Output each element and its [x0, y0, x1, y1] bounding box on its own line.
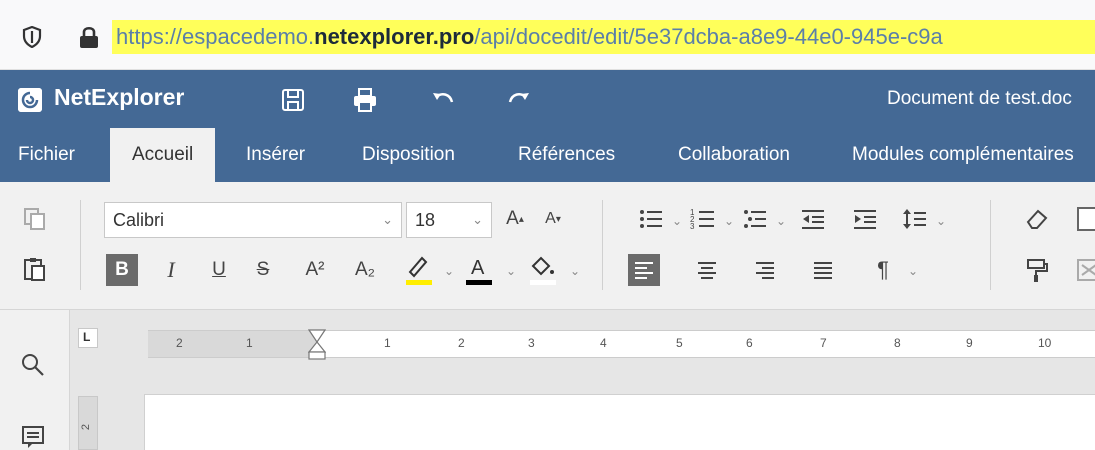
increase-indent-icon[interactable] [852, 206, 878, 232]
italic-button[interactable]: I [158, 257, 184, 283]
copy-icon[interactable] [22, 206, 48, 232]
tab-references[interactable]: Références [518, 128, 615, 182]
eraser-icon[interactable] [1024, 206, 1050, 232]
url-prefix: https://espacedemo. [116, 24, 315, 49]
underline-button[interactable]: U [206, 257, 232, 283]
shield-icon[interactable] [22, 26, 42, 48]
insert-box-icon[interactable] [1076, 257, 1095, 283]
font-size-select[interactable]: 18 ⌄ [406, 202, 492, 238]
format-painter-icon[interactable] [1024, 257, 1050, 283]
bold-button[interactable]: B [106, 254, 138, 286]
line-spacing-icon[interactable] [902, 206, 928, 232]
ruler-number: 10 [1038, 336, 1052, 350]
chevron-down-icon[interactable]: ⌄ [562, 258, 588, 284]
ribbon-toolbar: Calibri ⌄ 18 ⌄ A ▴ A ▾ B I U S A² A₂ ⌄ A ⌄… [0, 182, 1095, 310]
lock-icon[interactable] [78, 25, 100, 49]
font-family-value: Calibri [113, 210, 165, 230]
chevron-down-icon[interactable]: ⌄ [664, 208, 690, 234]
subscript-button[interactable]: A₂ [352, 257, 378, 283]
ruler-number: 8 [894, 336, 901, 350]
font-family-select[interactable]: Calibri ⌄ [104, 202, 402, 238]
separator [80, 200, 81, 290]
search-icon[interactable] [20, 352, 46, 378]
paste-icon[interactable] [22, 256, 48, 282]
chevron-down-icon[interactable]: ⌄ [498, 258, 524, 284]
comment-icon[interactable] [20, 424, 46, 450]
tab-stop-selector[interactable]: L [78, 328, 98, 348]
separator [602, 200, 603, 290]
chevron-down-icon: ⌄ [382, 212, 393, 227]
pilcrow-button[interactable]: ¶ [870, 257, 896, 283]
indent-marker-icon[interactable] [308, 329, 326, 361]
chevron-down-icon[interactable]: ⌄ [900, 258, 926, 284]
svg-text:3: 3 [690, 222, 695, 231]
font-size-value: 18 [415, 210, 436, 230]
chevron-down-icon: ⌄ [472, 212, 483, 227]
url-domain: netexplorer.pro [314, 24, 475, 49]
shrink-font-label: A [545, 210, 556, 227]
tab-fichier[interactable]: Fichier [18, 128, 75, 182]
ruler-number: 4 [600, 336, 607, 350]
netexplorer-logo-icon [18, 88, 42, 112]
multilevel-list-icon[interactable] [742, 206, 768, 232]
print-icon[interactable] [352, 87, 378, 113]
svg-text:A: A [471, 257, 485, 279]
decrease-indent-icon[interactable] [800, 206, 826, 232]
shrink-font-button[interactable]: A ▾ [540, 206, 566, 232]
ruler-number: 2 [176, 336, 183, 350]
align-center-icon[interactable] [694, 257, 720, 283]
grow-font-button[interactable]: A ▴ [502, 206, 528, 232]
ruler-number: 7 [820, 336, 827, 350]
ruler-number: 3 [528, 336, 535, 350]
tab-collaboration[interactable]: Collaboration [678, 128, 790, 182]
chevron-down-icon[interactable]: ⌄ [716, 208, 742, 234]
tab-accueil[interactable]: Accueil [110, 128, 216, 182]
ruler-number: 9 [966, 336, 973, 350]
separator [990, 200, 991, 290]
tab-disposition[interactable]: Disposition [362, 128, 455, 182]
document-area: L 2 1 1 2 3 4 5 6 7 8 9 10 2 [70, 310, 1095, 450]
ruler-number: 1 [246, 336, 253, 350]
app-header: NetExplorer Document de test.doc [0, 70, 1095, 128]
superscript-button[interactable]: A² [302, 257, 328, 283]
document-title: Document de test.doc [887, 88, 1072, 109]
chevron-down-icon[interactable]: ⌄ [768, 208, 794, 234]
grow-font-label: A [506, 208, 519, 229]
app-name: NetExplorer [54, 84, 185, 110]
font-color-icon[interactable]: A [464, 252, 494, 286]
fill-color-icon[interactable] [528, 252, 558, 286]
highlight-icon[interactable] [404, 252, 434, 286]
chevron-down-icon[interactable]: ⌄ [928, 208, 954, 234]
justify-icon[interactable] [810, 257, 836, 283]
vertical-ruler-number: 2 [80, 423, 93, 431]
vertical-ruler[interactable]: 2 [78, 396, 98, 450]
bullet-list-icon[interactable] [638, 206, 664, 232]
ribbon-tabs: Fichier Accueil Insérer Disposition Réfé… [0, 128, 1095, 182]
align-left-button[interactable] [628, 254, 660, 286]
horizontal-ruler[interactable]: 2 1 1 2 3 4 5 6 7 8 9 10 [148, 329, 1095, 361]
tab-inserer[interactable]: Insérer [246, 128, 305, 182]
document-page[interactable] [144, 394, 1095, 450]
ruler-number: 2 [458, 336, 465, 350]
styles-icon[interactable] [1076, 206, 1095, 232]
ruler-number: 6 [746, 336, 753, 350]
ruler-number: 5 [676, 336, 683, 350]
align-right-icon[interactable] [752, 257, 778, 283]
strikethrough-button[interactable]: S [250, 257, 276, 283]
left-sidepanel [0, 310, 70, 450]
tab-modules-complementaires[interactable]: Modules complémentaires [852, 128, 1074, 182]
align-left-icon [635, 262, 653, 279]
tab-stop-label: L [83, 330, 91, 344]
url-input[interactable]: https://espacedemo.netexplorer.pro/api/d… [112, 20, 1095, 54]
numbered-list-icon[interactable]: 1 2 3 [690, 206, 716, 232]
chevron-down-icon[interactable]: ⌄ [436, 258, 462, 284]
undo-icon[interactable] [430, 87, 456, 113]
redo-icon[interactable] [506, 87, 532, 113]
ruler-number: 1 [384, 336, 391, 350]
browser-address-bar: https://espacedemo.netexplorer.pro/api/d… [0, 0, 1095, 70]
url-suffix: /api/docedit/edit/5e37dcba-a8e9-44e0-945… [474, 24, 943, 49]
save-icon[interactable] [280, 87, 306, 113]
ruler-margin [148, 331, 316, 357]
